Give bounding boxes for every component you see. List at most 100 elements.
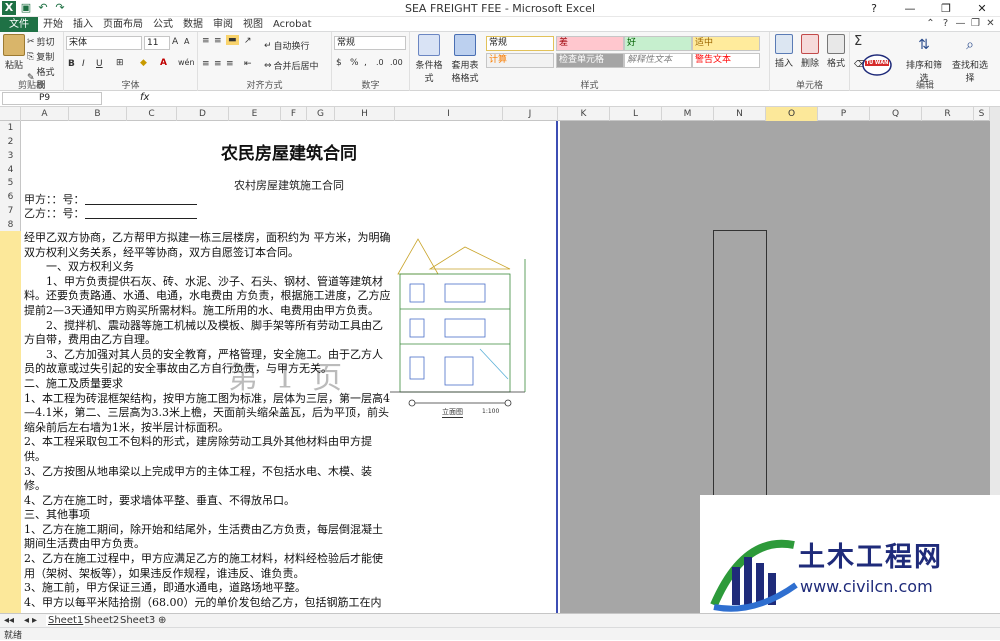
style-calculation[interactable]: 计算 [486,53,554,68]
sheet-tab[interactable]: Sheet2 [84,615,119,626]
comma-button[interactable]: , [364,58,367,68]
style-normal[interactable]: 常规 [486,36,554,51]
row-header[interactable]: 7 [0,206,21,216]
style-explanatory[interactable]: 解释性文本 [624,53,692,68]
style-good[interactable]: 好 [624,36,692,51]
row-header[interactable]: 8 [0,220,21,230]
function-icon[interactable]: fx [140,92,149,103]
window-restore-icon[interactable]: ❐ [970,18,981,29]
autosum-button[interactable]: Σ [854,34,862,49]
tab-data[interactable]: 数据 [178,17,208,32]
wrap-text-button[interactable]: ↵ 自动换行 [264,39,310,53]
row-header[interactable]: 1 [0,123,21,133]
sheet-nav-first-icon[interactable]: ◂◂ [4,615,14,626]
column-header[interactable]: I [395,107,503,121]
column-header[interactable]: M [662,107,714,121]
minimize-icon[interactable]: — [892,0,928,17]
paste-button[interactable]: 粘贴 [3,34,25,71]
delete-cells-button[interactable]: 删除 [798,34,822,69]
font-name-select[interactable]: 宋体 [66,36,142,50]
column-header[interactable]: L [610,107,662,121]
column-header[interactable]: N [714,107,766,121]
sheet-tab[interactable]: Sheet3 [120,615,155,626]
row-header[interactable]: 6 [0,192,21,202]
align-top-icon[interactable]: ≡ [202,36,210,46]
decrease-decimal-icon[interactable]: .00 [390,58,403,67]
row-header[interactable]: 2 [0,137,21,147]
align-bottom-icon[interactable]: ▬ [226,35,239,45]
tab-home[interactable]: 开始 [38,17,68,32]
font-size-select[interactable]: 11 [144,36,170,50]
border-icon[interactable]: ⊞ [116,58,124,68]
bold-button[interactable]: B [68,59,75,69]
help-icon[interactable]: ? [856,0,892,17]
indent-icon[interactable]: ⇤ [244,59,252,69]
align-right-icon[interactable]: ≡ [226,59,234,69]
name-box[interactable]: P9 [2,92,102,105]
tab-file[interactable]: 文件 [0,16,38,32]
window-min-icon[interactable]: — [955,18,966,29]
tab-page-layout[interactable]: 页面布局 [98,17,148,32]
style-neutral[interactable]: 适中 [692,36,760,51]
column-header[interactable]: A [21,107,69,121]
row-header[interactable]: 5 [0,178,21,188]
column-header[interactable]: E [229,107,281,121]
underline-button[interactable]: U [96,59,103,69]
align-left-icon[interactable]: ≡ [202,59,210,69]
sheet-nav-next-icon[interactable]: ▸ [32,615,37,626]
column-header[interactable]: K [558,107,610,121]
help-circle-icon[interactable]: ? [940,18,951,29]
column-header[interactable]: C [127,107,177,121]
fill-color-icon[interactable]: ◆ [140,58,147,68]
row-header[interactable]: 3 [0,151,21,161]
print-page-area[interactable]: 农民房屋建筑合同 农村房屋建筑施工合同 甲方：：号： 乙方：：号： 经甲乙双方协… [22,121,558,613]
building-elevation-drawing[interactable]: 立面图 1:100 [390,229,558,424]
column-header[interactable]: P [818,107,870,121]
number-format-select[interactable]: 常规 [334,36,406,50]
shrink-font-button[interactable]: A [184,37,189,46]
percent-button[interactable]: % [350,58,359,68]
style-bad[interactable]: 差 [556,36,624,51]
column-header[interactable]: F [281,107,307,121]
conditional-format-button[interactable]: 条件格式 [412,34,446,84]
column-header[interactable]: J [503,107,558,121]
cut-button[interactable]: ✂ 剪切 [27,35,55,49]
tab-review[interactable]: 审阅 [208,17,238,32]
restore-icon[interactable]: ❐ [928,0,964,17]
format-as-table-button[interactable]: 套用表格格式 [448,34,482,84]
italic-button[interactable]: I [82,59,85,69]
orientation-icon[interactable]: ↗ [244,36,252,46]
column-header[interactable]: H [335,107,395,121]
sort-filter-button[interactable]: ⇅ 排序和筛选 [902,34,946,84]
currency-icon[interactable]: $ [336,58,342,68]
sheet-nav-prev-icon[interactable]: ◂ [24,615,29,626]
tab-insert[interactable]: 插入 [68,17,98,32]
column-header[interactable]: G [307,107,335,121]
tab-acrobat[interactable]: Acrobat [268,17,317,32]
column-header[interactable]: D [177,107,229,121]
align-middle-icon[interactable]: ≡ [214,36,222,46]
increase-decimal-icon[interactable]: .0 [376,58,384,67]
column-header[interactable]: S [974,107,990,121]
tab-view[interactable]: 视图 [238,17,268,32]
select-all-corner[interactable] [0,107,21,121]
copy-button[interactable]: ⎘ 复制 [27,50,54,64]
row-header[interactable]: 4 [0,165,21,175]
close-icon[interactable]: ✕ [964,0,1000,17]
column-header-selected[interactable]: O [766,107,818,121]
phonetic-button[interactable]: wén [178,58,195,67]
style-warning[interactable]: 警告文本 [692,53,760,68]
format-cells-button[interactable]: 格式 [824,34,848,69]
column-header[interactable]: Q [870,107,922,121]
new-sheet-icon[interactable]: ⊕ [158,615,166,626]
merge-center-button[interactable]: ⇔ 合并后居中 [264,59,319,73]
tab-formulas[interactable]: 公式 [148,17,178,32]
style-check-cell[interactable]: 检查单元格 [556,53,624,68]
align-center-icon[interactable]: ≡ [214,59,222,69]
window-close-icon[interactable]: ✕ [985,18,996,29]
grow-font-button[interactable]: A [172,37,178,47]
sheet-tab-active[interactable]: Sheet1 [46,615,86,626]
collapse-ribbon-icon[interactable]: ⌃ [925,18,936,29]
insert-cells-button[interactable]: 插入 [772,34,796,69]
column-header[interactable]: B [69,107,127,121]
